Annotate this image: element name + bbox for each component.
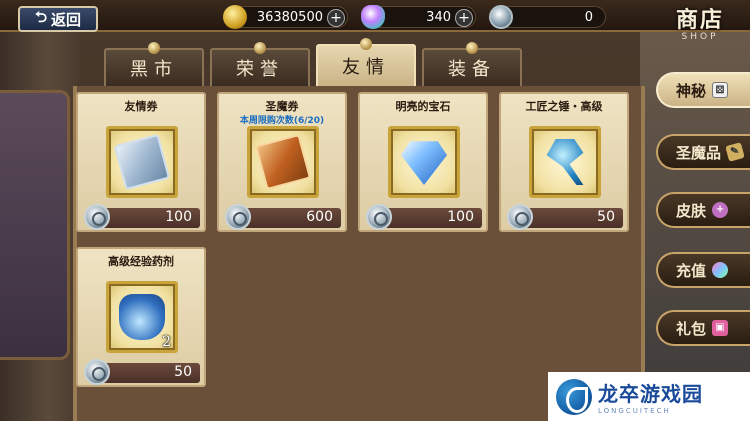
- shop-item-card[interactable]: 高级经验药剂 2 50: [76, 247, 206, 387]
- shop-title-en: SHOP: [681, 32, 719, 42]
- watermark-logo-icon: [556, 378, 592, 415]
- price-bar: 50: [84, 359, 200, 385]
- holy-demon-ticket-icon: [254, 133, 312, 191]
- side-menu-gift-packs[interactable]: 礼包 ▣: [656, 310, 750, 346]
- item-frame: [247, 126, 319, 198]
- item-price: 100: [165, 209, 192, 225]
- rainbow-gem-icon: [361, 5, 385, 29]
- side-menu-label: 皮肤: [676, 201, 707, 220]
- friendship-token-counter: 0: [489, 5, 606, 29]
- craftsman-hammer-icon: [546, 139, 584, 185]
- price-bar: 50: [507, 204, 623, 230]
- price-bar: 100: [84, 204, 200, 230]
- item-name: 高级经验药剂: [108, 255, 174, 268]
- item-quantity: 2: [162, 334, 171, 350]
- tab-honor[interactable]: 荣誉: [210, 42, 310, 86]
- tab-equipment[interactable]: 装备: [422, 42, 522, 86]
- shop-title-zh: 商店: [675, 7, 724, 33]
- shop-item-card[interactable]: 圣魔券 本周限购次数(6/20) 600: [217, 92, 347, 232]
- friendship-token-icon: [366, 204, 392, 230]
- price-bar: 100: [366, 204, 482, 230]
- item-name: 明亮的宝石: [395, 100, 451, 113]
- tab-stud-decoration: [360, 38, 372, 50]
- item-price: 50: [174, 364, 192, 380]
- add-gem-button[interactable]: +: [455, 9, 473, 27]
- shop-item-card[interactable]: 明亮的宝石 100: [358, 92, 488, 232]
- gift-icon: ▣: [712, 320, 729, 336]
- tab-label: 黑市: [130, 59, 178, 80]
- watermark-en: LONGCUITECH: [598, 407, 671, 415]
- friendship-token-value: 0: [584, 10, 593, 25]
- add-gold-button[interactable]: +: [327, 9, 345, 27]
- tab-label: 荣誉: [236, 59, 284, 80]
- left-board-decoration: [0, 90, 70, 360]
- dice-icon: ⚄: [712, 82, 729, 98]
- item-frame: [106, 126, 178, 198]
- item-price: 50: [597, 209, 615, 225]
- side-menu-label: 圣魔品: [676, 143, 722, 162]
- friendship-token-icon: [84, 204, 110, 230]
- gem-counter: 340 +: [361, 5, 476, 29]
- friendship-token-icon: [489, 5, 513, 29]
- site-watermark: 龙卒游戏园 LONGCUITECH: [548, 372, 750, 421]
- tab-label: 装备: [448, 59, 496, 80]
- friendship-token-icon: [225, 204, 251, 230]
- watermark-zh: 龙卒游戏园: [598, 382, 703, 406]
- item-name: 工匠之锤・高级: [525, 100, 603, 113]
- tab-stud-decoration: [148, 42, 160, 54]
- plus-circle-icon: +: [712, 202, 729, 218]
- item-name: 友情券: [124, 100, 158, 113]
- friendship-token-icon: [84, 359, 110, 385]
- tab-friendship[interactable]: 友情: [316, 38, 416, 86]
- side-menu-recharge[interactable]: 充值: [656, 252, 750, 288]
- left-background: [0, 30, 80, 421]
- tab-stud-decoration: [254, 42, 266, 54]
- rainbow-icon: [712, 262, 729, 278]
- side-menu-skins[interactable]: 皮肤 +: [656, 192, 750, 228]
- item-frame: [388, 126, 460, 198]
- tab-label: 友情: [342, 57, 390, 78]
- tab-black-market[interactable]: 黑市: [104, 42, 204, 86]
- watermark-text: 龙卒游戏园 LONGCUITECH: [598, 378, 703, 415]
- exp-potion-icon: [119, 294, 165, 340]
- gem-value: 340: [426, 10, 451, 25]
- back-button-label: 返回: [51, 10, 82, 29]
- gold-value: 36380500: [256, 10, 323, 25]
- item-frame: [529, 126, 601, 198]
- return-arrow-icon: ⮌: [34, 7, 47, 26]
- side-menu-label: 神秘: [676, 81, 707, 100]
- item-price: 100: [447, 209, 474, 225]
- side-menu-label: 充值: [676, 261, 707, 280]
- back-button[interactable]: ⮌ 返回: [18, 6, 98, 32]
- friendship-ticket-icon: [113, 133, 171, 191]
- friendship-token-icon: [507, 204, 533, 230]
- side-menu-label: 礼包: [676, 319, 707, 338]
- purchase-limit-text: 本周限购次数(6/20): [239, 116, 325, 126]
- item-price: 600: [306, 209, 333, 225]
- side-menu-holy-items[interactable]: 圣魔品 ✎: [656, 134, 750, 170]
- shop-item-card[interactable]: 友情券 100: [76, 92, 206, 232]
- bright-gem-icon: [401, 141, 447, 185]
- gold-counter: 36380500 +: [223, 5, 348, 29]
- gold-coin-icon: [223, 5, 247, 29]
- item-frame: 2: [106, 281, 178, 353]
- item-name: 圣魔券: [265, 100, 299, 113]
- tag-icon: ✎: [725, 142, 745, 162]
- price-bar: 600: [225, 204, 341, 230]
- shop-item-card[interactable]: 工匠之锤・高级 50: [499, 92, 629, 232]
- shop-title: 商店 SHOP: [655, 2, 745, 58]
- tab-stud-decoration: [466, 42, 478, 54]
- side-menu-mystery[interactable]: 神秘 ⚄: [656, 72, 750, 108]
- top-bar: ⮌ 返回 36380500 + 340 + 0: [0, 0, 750, 32]
